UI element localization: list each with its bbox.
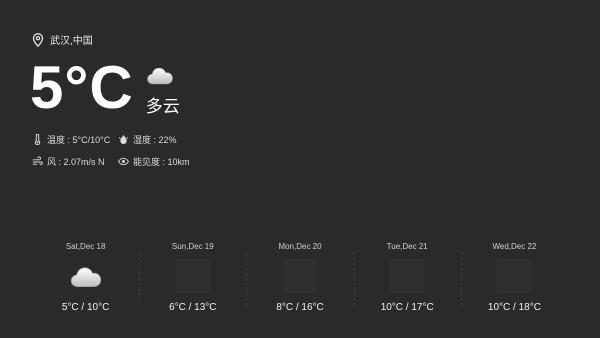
forecast-day[interactable]: Wed,Dec 22 10°C / 18°C [460,236,568,314]
forecast-day[interactable]: Sun,Dec 19 6°C / 13°C [139,236,246,314]
detail-humidity: 湿度 : 22% [118,133,218,146]
forecast-icon-placeholder [175,259,210,293]
forecast-temperature-range: 8°C / 16°C [276,302,324,313]
forecast-icon-slot [175,258,211,294]
forecast-date: Tue,Dec 21 [386,242,428,251]
forecast-day[interactable]: Mon,Dec 20 8°C / 16°C [246,236,353,314]
eye-icon [118,157,129,166]
forecast-date: Sun,Dec 19 [171,242,214,251]
forecast-temperature-range: 5°C / 10°C [61,302,110,313]
location-text: 武汉,中国 [50,36,93,47]
detail-temperature-text: 温度 : 5°C/10°C [47,135,111,145]
forecast-temperature-range: 10°C / 18°C [487,302,541,313]
forecast-icon-placeholder [283,259,317,293]
forecast-temperature-range: 6°C / 13°C [169,302,217,313]
forecast-icon-slot [496,258,532,294]
current-temperature: 5°C [30,54,134,121]
forecast-day[interactable]: Tue,Dec 21 10°C / 17°C [353,236,461,314]
weather-screen: 武汉,中国 5°C 多云 温度 : 5°C/10°C 湿度: 22% 风: … [0,0,600,338]
cloud-icon [70,267,101,287]
condition-text: 多云 [145,97,180,116]
forecast-date: Mon,Dec 20 [278,242,322,251]
detail-temperature: 温度 : 5°C/10°C [32,133,118,146]
current-weather: 5°C 多云 [30,56,180,120]
forecast-day[interactable]: Sat,Dec 18 5°C / 10°C [32,236,139,314]
detail-visibility: 能见度 : 10km [118,155,218,168]
forecast-temperature-range: 10°C / 17°C [380,302,434,313]
condition-block: 多云 [146,64,180,117]
forecast-icon-placeholder [390,259,425,293]
forecast-icon-slot [68,258,104,294]
forecast-icon-slot [282,258,318,294]
location-row[interactable]: 武汉,中国 [32,32,93,47]
map-pin-icon [32,32,44,47]
humidity-drop-icon [118,135,129,144]
weather-details: 温度 : 5°C/10°C 湿度 : 22% 风 : 2.07m/s N 能见度… [32,133,218,168]
forecast-strip: Sat,Dec 18 5°C / 10°C Sun,Dec 19 6°C / 1… [32,236,568,314]
cloud-icon [146,67,173,85]
forecast-date: Wed,Dec 22 [492,242,537,251]
forecast-date: Sat,Dec 18 [65,242,106,251]
forecast-icon-slot [389,258,425,294]
detail-wind: 风 : 2.07m/s N [32,155,118,168]
wind-icon [32,156,43,165]
detail-wind-text: 风 : 2.07m/s N [47,157,105,167]
thermometer-icon [34,134,41,145]
detail-humidity-text: 湿度 : 22% [133,135,177,145]
forecast-icon-placeholder [497,259,532,293]
detail-visibility-text: 能见度 : 10km [133,157,190,167]
